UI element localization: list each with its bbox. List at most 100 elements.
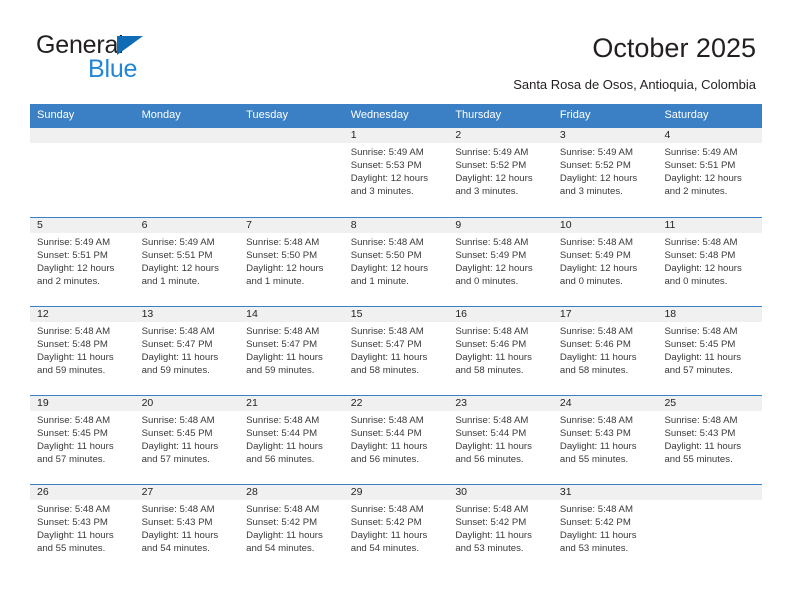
day-details: Sunrise: 5:48 AM Sunset: 5:49 PM Daylight:… — [553, 233, 658, 289]
day-cell-empty[interactable] — [134, 127, 240, 217]
day-number-strip: 23 — [448, 395, 553, 411]
day-detail-line: Sunrise: 5:48 AM — [350, 503, 424, 515]
day-detail-line: and 57 minutes. — [141, 454, 210, 466]
day-number-strip: 15 — [343, 306, 449, 322]
day-cell-15[interactable]: 15 Sunrise: 5:48 AM Sunset: 5:47 PM Dayligh… — [343, 306, 449, 395]
day-details: Sunrise: 5:48 AM Sunset: 5:44 PM Daylight:… — [239, 411, 344, 467]
day-cell-20[interactable]: 20 Sunrise: 5:48 AM Sunset: 5:45 PM Dayligh… — [134, 395, 240, 484]
day-cell-5[interactable]: 5 Sunrise: 5:49 AM Sunset: 5:51 PM Daylight… — [30, 217, 135, 306]
day-number-strip: 22 — [343, 395, 449, 411]
day-details: Sunrise: 5:48 AM Sunset: 5:46 PM Daylight:… — [448, 322, 553, 378]
day-cell-16[interactable]: 16 Sunrise: 5:48 AM Sunset: 5:46 PM Dayligh… — [448, 306, 553, 395]
day-cell-empty[interactable] — [657, 484, 763, 573]
day-details: Sunrise: 5:48 AM Sunset: 5:42 PM Daylight:… — [553, 500, 658, 556]
day-detail-line: Daylight: 11 hours — [37, 352, 114, 364]
day-detail-line: Daylight: 12 hours — [246, 263, 324, 275]
day-cell-12[interactable]: 12 Sunrise: 5:48 AM Sunset: 5:48 PM Dayligh… — [30, 306, 135, 395]
weekday-header-monday: Monday — [141, 109, 181, 121]
day-detail-line: Daylight: 12 hours — [664, 263, 742, 275]
day-detail-line: Sunrise: 5:48 AM — [559, 325, 633, 337]
day-cell-29[interactable]: 29 Sunrise: 5:48 AM Sunset: 5:42 PM Dayligh… — [343, 484, 449, 573]
day-number-strip — [239, 127, 344, 143]
day-cell-26[interactable]: 26 Sunrise: 5:48 AM Sunset: 5:43 PM Dayligh… — [30, 484, 135, 573]
day-detail-line: Sunset: 5:42 PM — [246, 516, 318, 528]
day-details: Sunrise: 5:48 AM Sunset: 5:46 PM Daylight:… — [553, 322, 658, 378]
day-detail-line: and 2 minutes. — [37, 276, 100, 288]
day-number-strip: 7 — [239, 217, 344, 233]
day-cell-19[interactable]: 19 Sunrise: 5:48 AM Sunset: 5:45 PM Dayligh… — [30, 395, 135, 484]
weekday-header-row: Sunday Monday Tuesday Wednesday Thursday Frid… — [30, 104, 762, 128]
day-cell-27[interactable]: 27 Sunrise: 5:48 AM Sunset: 5:43 PM Dayligh… — [134, 484, 240, 573]
day-number-strip: 18 — [657, 306, 763, 322]
day-detail-line: Sunrise: 5:48 AM — [246, 503, 320, 515]
day-cell-9[interactable]: 9 Sunrise: 5:48 AM Sunset: 5:49 PM Daylight… — [448, 217, 553, 306]
day-detail-line: Daylight: 11 hours — [141, 441, 219, 453]
day-cell-28[interactable]: 28 Sunrise: 5:48 AM Sunset: 5:42 PM Dayligh… — [239, 484, 344, 573]
day-detail-line: Daylight: 11 hours — [350, 352, 428, 364]
day-cell-14[interactable]: 14 Sunrise: 5:48 AM Sunset: 5:47 PM Dayligh… — [239, 306, 344, 395]
day-detail-line: Sunrise: 5:48 AM — [350, 236, 424, 248]
day-cell-21[interactable]: 21 Sunrise: 5:48 AM Sunset: 5:44 PM Dayligh… — [239, 395, 344, 484]
calendar-week-row: 5 Sunrise: 5:49 AM Sunset: 5:51 PM Daylight… — [30, 216, 763, 306]
day-cell-8[interactable]: 8 Sunrise: 5:48 AM Sunset: 5:50 PM Daylight… — [343, 217, 449, 306]
calendar-page: General Blue October 2025 Santa Rosa de … — [0, 0, 792, 612]
day-cell-17[interactable]: 17 Sunrise: 5:48 AM Sunset: 5:46 PM Dayligh… — [552, 306, 658, 395]
day-details: Sunrise: 5:48 AM Sunset: 5:44 PM Daylight:… — [448, 411, 553, 467]
day-detail-line: Sunrise: 5:48 AM — [664, 236, 738, 248]
day-cell-25[interactable]: 25 Sunrise: 5:48 AM Sunset: 5:43 PM Dayligh… — [657, 395, 763, 484]
weekday-header-tuesday: Tuesday — [246, 109, 288, 121]
day-number: 18 — [664, 307, 677, 320]
day-cell-3[interactable]: 3 Sunrise: 5:49 AM Sunset: 5:52 PM Daylight… — [552, 127, 658, 217]
day-number-strip: 31 — [552, 484, 658, 500]
day-cell-empty[interactable] — [30, 127, 135, 217]
day-details: Sunrise: 5:48 AM Sunset: 5:42 PM Daylight:… — [448, 500, 553, 556]
day-cell-1[interactable]: 1 Sunrise: 5:49 AM Sunset: 5:53 PM Daylight… — [343, 127, 449, 217]
day-cell-23[interactable]: 23 Sunrise: 5:48 AM Sunset: 5:44 PM Dayligh… — [448, 395, 553, 484]
day-cell-2[interactable]: 2 Sunrise: 5:49 AM Sunset: 5:52 PM Daylight… — [448, 127, 553, 217]
day-number: 2 — [455, 128, 462, 141]
day-cell-11[interactable]: 11 Sunrise: 5:48 AM Sunset: 5:48 PM Dayligh… — [657, 217, 763, 306]
day-detail-line: and 58 minutes. — [559, 365, 629, 377]
day-number-strip — [657, 484, 763, 500]
day-detail-line: Sunrise: 5:49 AM — [559, 146, 633, 158]
day-detail-line: Sunrise: 5:48 AM — [455, 503, 529, 515]
day-number-strip: 3 — [552, 127, 658, 143]
day-number: 11 — [664, 218, 676, 231]
day-details: Sunrise: 5:49 AM Sunset: 5:51 PM Daylight:… — [657, 143, 762, 199]
day-details: Sunrise: 5:48 AM Sunset: 5:48 PM Daylight:… — [30, 322, 135, 378]
day-number: 23 — [455, 396, 467, 409]
day-number-strip: 10 — [552, 217, 658, 233]
day-detail-line: Sunrise: 5:48 AM — [246, 325, 320, 337]
day-cell-24[interactable]: 24 Sunrise: 5:48 AM Sunset: 5:43 PM Dayligh… — [552, 395, 658, 484]
day-detail-line: Sunset: 5:51 PM — [37, 249, 108, 261]
day-detail-line: Sunset: 5:45 PM — [37, 427, 108, 439]
weekday-header-thursday: Thursday — [455, 109, 502, 121]
day-number: 9 — [455, 218, 462, 231]
day-detail-line: Sunset: 5:50 PM — [246, 249, 318, 261]
day-number-strip: 12 — [30, 306, 135, 322]
day-detail-line: Daylight: 11 hours — [246, 441, 323, 453]
day-cell-18[interactable]: 18 Sunrise: 5:48 AM Sunset: 5:45 PM Dayligh… — [657, 306, 763, 395]
day-detail-line: Daylight: 12 hours — [559, 173, 638, 185]
day-cell-4[interactable]: 4 Sunrise: 5:49 AM Sunset: 5:51 PM Daylight… — [657, 127, 763, 217]
day-detail-line: Daylight: 11 hours — [246, 530, 323, 542]
day-detail-line: Sunrise: 5:48 AM — [350, 414, 424, 426]
general-blue-logo[interactable]: General Blue — [36, 33, 266, 85]
logo-text-blue: Blue — [88, 55, 138, 83]
day-detail-line: Sunset: 5:43 PM — [141, 516, 213, 528]
day-number: 16 — [455, 307, 467, 320]
day-cell-13[interactable]: 13 Sunrise: 5:48 AM Sunset: 5:47 PM Dayligh… — [134, 306, 240, 395]
day-details: Sunrise: 5:48 AM Sunset: 5:44 PM Daylight:… — [344, 411, 449, 467]
day-cell-31[interactable]: 31 Sunrise: 5:48 AM Sunset: 5:42 PM Dayligh… — [552, 484, 658, 573]
day-cell-30[interactable]: 30 Sunrise: 5:48 AM Sunset: 5:42 PM Dayligh… — [448, 484, 553, 573]
day-number-strip — [30, 127, 135, 143]
day-detail-line: and 53 minutes. — [559, 543, 629, 555]
day-number: 22 — [350, 396, 363, 409]
day-detail-line: Daylight: 12 hours — [455, 173, 533, 185]
day-cell-10[interactable]: 10 Sunrise: 5:48 AM Sunset: 5:49 PM Dayligh… — [552, 217, 658, 306]
day-detail-line: Sunset: 5:48 PM — [37, 338, 108, 350]
day-cell-6[interactable]: 6 Sunrise: 5:49 AM Sunset: 5:51 PM Daylight… — [134, 217, 240, 306]
day-cell-22[interactable]: 22 Sunrise: 5:48 AM Sunset: 5:44 PM Dayligh… — [343, 395, 449, 484]
day-cell-empty[interactable] — [239, 127, 344, 217]
day-cell-7[interactable]: 7 Sunrise: 5:48 AM Sunset: 5:50 PM Daylight… — [239, 217, 344, 306]
